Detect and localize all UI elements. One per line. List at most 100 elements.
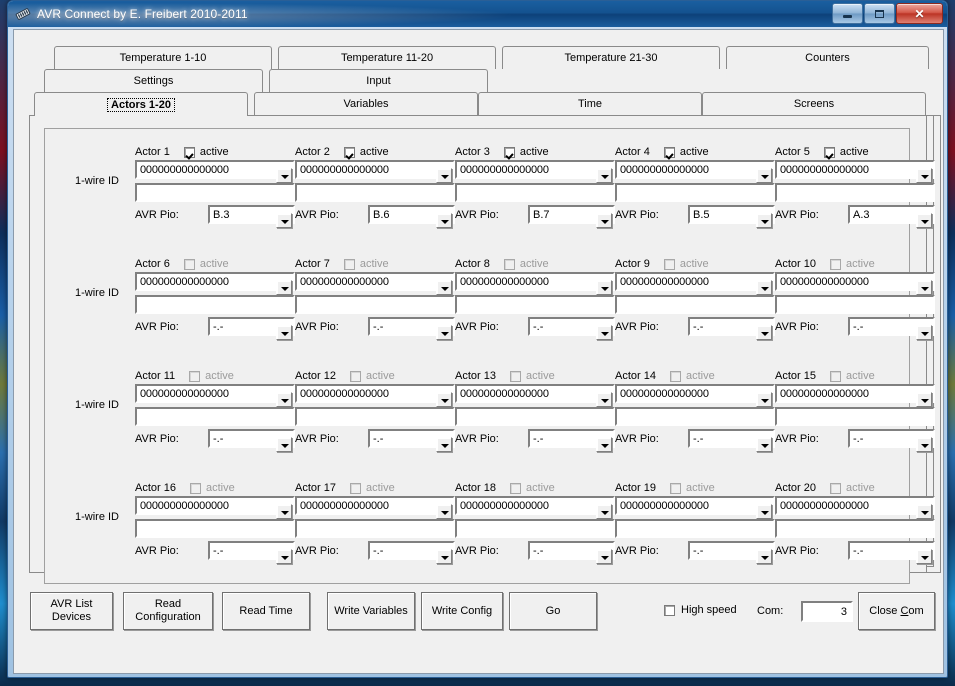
actor-12-note-input[interactable] <box>295 407 455 426</box>
actor-5-active-checkbox[interactable] <box>823 146 835 158</box>
actor-14-note-input[interactable] <box>615 407 775 426</box>
actor-16-wire-id-combo[interactable]: 000000000000000 <box>135 496 295 519</box>
chevron-down-icon[interactable] <box>916 213 932 228</box>
actor-15-active-checkbox[interactable] <box>829 370 841 382</box>
title-bar[interactable]: AVR Connect by E. Freibert 2010-2011 ✕ <box>8 1 947 27</box>
actor-17-wire-id-combo[interactable]: 000000000000000 <box>295 496 455 519</box>
actor-19-active-checkbox[interactable] <box>669 482 681 494</box>
actor-13-note-input[interactable] <box>455 407 615 426</box>
chevron-down-icon[interactable] <box>276 213 292 228</box>
actor-6-wire-id-combo[interactable]: 000000000000000 <box>135 272 295 295</box>
actor-19-wire-id-combo[interactable]: 000000000000000 <box>615 496 775 519</box>
chevron-down-icon[interactable] <box>916 168 932 183</box>
actor-7-active-checkbox[interactable] <box>343 258 355 270</box>
actor-5-pio-combo[interactable]: A.3 <box>848 205 935 228</box>
actor-11-active-checkbox[interactable] <box>189 370 201 382</box>
actor-16-note-input[interactable] <box>135 519 295 538</box>
actor-16-active-checkbox[interactable] <box>189 482 201 494</box>
tab-temperature-1-10[interactable]: Temperature 1-10 <box>54 46 272 69</box>
actor-19-note-input[interactable] <box>615 519 775 538</box>
actor-20-note-input[interactable] <box>775 519 935 538</box>
chevron-down-icon[interactable] <box>436 549 452 564</box>
actor-10-wire-id-combo[interactable]: 000000000000000 <box>775 272 935 295</box>
tab-variables[interactable]: Variables <box>254 92 478 115</box>
tab-time[interactable]: Time <box>478 92 702 115</box>
actor-2-wire-id-combo[interactable]: 000000000000000 <box>295 160 455 183</box>
actor-19-pio-combo[interactable]: -.- <box>688 541 775 564</box>
write-config-button[interactable]: Write Config <box>421 592 503 630</box>
write-variables-button[interactable]: Write Variables <box>327 592 415 630</box>
chevron-down-icon[interactable] <box>756 504 772 519</box>
maximize-button[interactable] <box>864 3 895 24</box>
tab-temperature-11-20[interactable]: Temperature 11-20 <box>278 46 496 69</box>
read-configuration-button[interactable]: Read Configuration <box>123 592 213 630</box>
actor-13-pio-combo[interactable]: -.- <box>528 429 615 452</box>
actor-7-note-input[interactable] <box>295 295 455 314</box>
actor-17-note-input[interactable] <box>295 519 455 538</box>
chevron-down-icon[interactable] <box>276 325 292 340</box>
actor-4-pio-combo[interactable]: B.5 <box>688 205 775 228</box>
chevron-down-icon[interactable] <box>436 280 452 295</box>
chevron-down-icon[interactable] <box>756 280 772 295</box>
chevron-down-icon[interactable] <box>596 437 612 452</box>
actor-10-pio-combo[interactable]: -.- <box>848 317 935 340</box>
high-speed-checkbox[interactable]: High speed <box>664 604 737 616</box>
chevron-down-icon[interactable] <box>596 392 612 407</box>
actor-2-note-input[interactable] <box>295 183 455 202</box>
chevron-down-icon[interactable] <box>596 549 612 564</box>
tab-actors-1-20[interactable]: Actors 1-20 <box>34 92 248 116</box>
actor-8-pio-combo[interactable]: -.- <box>528 317 615 340</box>
actor-9-pio-combo[interactable]: -.- <box>688 317 775 340</box>
avr-list-devices-button[interactable]: AVR List Devices <box>30 592 113 630</box>
actor-3-wire-id-combo[interactable]: 000000000000000 <box>455 160 615 183</box>
actor-11-wire-id-combo[interactable]: 000000000000000 <box>135 384 295 407</box>
chevron-down-icon[interactable] <box>916 280 932 295</box>
tab-screens[interactable]: Screens <box>702 92 926 115</box>
close-com-button[interactable]: Close Com <box>858 592 935 630</box>
chevron-down-icon[interactable] <box>916 504 932 519</box>
com-input[interactable]: 3 <box>801 601 853 622</box>
actor-20-active-checkbox[interactable] <box>829 482 841 494</box>
actor-13-active-checkbox[interactable] <box>509 370 521 382</box>
close-button[interactable]: ✕ <box>896 3 943 24</box>
actor-9-active-checkbox[interactable] <box>663 258 675 270</box>
tab-counters[interactable]: Counters <box>726 46 929 69</box>
chevron-down-icon[interactable] <box>916 549 932 564</box>
actor-12-active-checkbox[interactable] <box>349 370 361 382</box>
chevron-down-icon[interactable] <box>436 504 452 519</box>
actor-13-wire-id-combo[interactable]: 000000000000000 <box>455 384 615 407</box>
actor-20-pio-combo[interactable]: -.- <box>848 541 935 564</box>
chevron-down-icon[interactable] <box>436 325 452 340</box>
chevron-down-icon[interactable] <box>756 437 772 452</box>
actor-18-active-checkbox[interactable] <box>509 482 521 494</box>
actor-6-note-input[interactable] <box>135 295 295 314</box>
actor-18-note-input[interactable] <box>455 519 615 538</box>
actor-8-active-checkbox[interactable] <box>503 258 515 270</box>
chevron-down-icon[interactable] <box>276 504 292 519</box>
actor-17-active-checkbox[interactable] <box>349 482 361 494</box>
chevron-down-icon[interactable] <box>596 280 612 295</box>
actor-3-active-checkbox[interactable] <box>503 146 515 158</box>
actor-14-wire-id-combo[interactable]: 000000000000000 <box>615 384 775 407</box>
actor-17-pio-combo[interactable]: -.- <box>368 541 455 564</box>
actor-1-note-input[interactable] <box>135 183 295 202</box>
chevron-down-icon[interactable] <box>276 392 292 407</box>
chevron-down-icon[interactable] <box>756 213 772 228</box>
tab-temperature-21-30[interactable]: Temperature 21-30 <box>502 46 720 69</box>
actor-12-wire-id-combo[interactable]: 000000000000000 <box>295 384 455 407</box>
chevron-down-icon[interactable] <box>276 168 292 183</box>
actor-11-pio-combo[interactable]: -.- <box>208 429 295 452</box>
actor-10-note-input[interactable] <box>775 295 935 314</box>
actor-1-pio-combo[interactable]: B.3 <box>208 205 295 228</box>
actor-6-active-checkbox[interactable] <box>183 258 195 270</box>
chevron-down-icon[interactable] <box>596 213 612 228</box>
actor-8-note-input[interactable] <box>455 295 615 314</box>
actor-2-pio-combo[interactable]: B.6 <box>368 205 455 228</box>
actor-16-pio-combo[interactable]: -.- <box>208 541 295 564</box>
chevron-down-icon[interactable] <box>596 168 612 183</box>
chevron-down-icon[interactable] <box>756 168 772 183</box>
minimize-button[interactable] <box>832 3 863 24</box>
actor-15-note-input[interactable] <box>775 407 935 426</box>
chevron-down-icon[interactable] <box>436 213 452 228</box>
actor-11-note-input[interactable] <box>135 407 295 426</box>
